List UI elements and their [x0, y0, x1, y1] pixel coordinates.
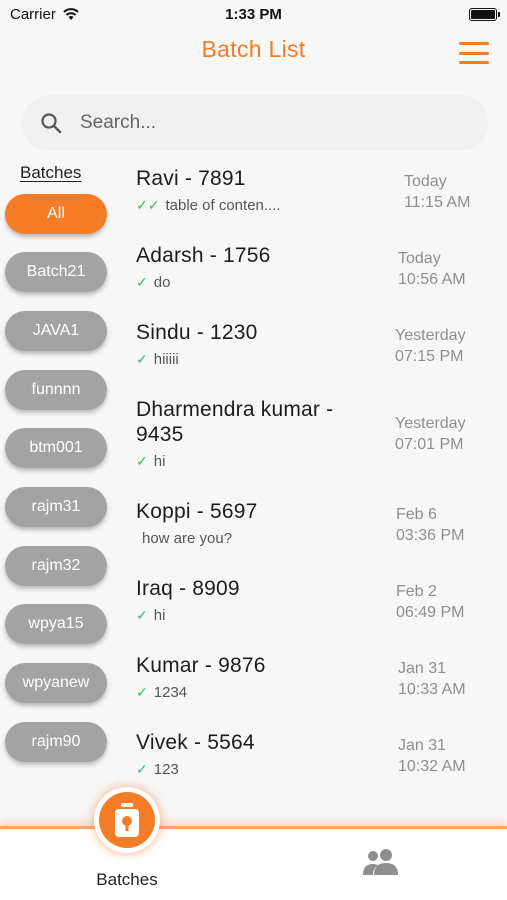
chat-date: Feb 2: [396, 583, 437, 600]
chat-list-item[interactable]: Vivek - 5564 ✓ 123 Jan 31 10:32 AM: [136, 730, 486, 774]
batch-pill[interactable]: funnnn: [5, 370, 107, 410]
chat-name: Sindu - 1230: [136, 321, 258, 344]
chat-time: 06:49 PM: [396, 604, 465, 621]
check-icon: ✓: [136, 684, 148, 700]
chat-list-item[interactable]: Kumar - 9876 ✓ 1234 Jan 31 10:33 AM: [136, 653, 486, 701]
chat-message: hiiiii: [153, 351, 179, 368]
chat-date: Feb 6: [396, 506, 437, 523]
bottom-tab-bar: [0, 826, 507, 900]
chat-name: Koppi - 5697: [136, 500, 258, 523]
chat-message: 123: [153, 761, 179, 774]
chat-name: Kumar - 9876: [136, 654, 266, 677]
check-icon: ✓: [136, 274, 148, 290]
chat-date: Today: [404, 173, 447, 190]
people-icon: [363, 849, 398, 875]
chat-date: Jan 31: [398, 660, 447, 677]
chat-name: Ravi - 7891: [136, 167, 246, 190]
chat-date: Today: [398, 250, 441, 267]
chat-message: how are you?: [142, 530, 233, 547]
search-icon: [41, 113, 62, 134]
chat-name: Iraq - 8909: [136, 577, 240, 600]
check-icon: ✓: [136, 453, 148, 469]
chat-name: Dharmendra kumar - 9435: [136, 398, 334, 446]
carrier-label: Carrier: [10, 5, 56, 23]
batch-pill[interactable]: rajm32: [5, 546, 107, 586]
chat-date: Yesterday: [395, 415, 466, 432]
status-bar: Carrier 1:33 PM: [0, 0, 507, 28]
batch-list-screen: Carrier 1:33 PM Batch List Batches All B…: [0, 0, 507, 900]
check-icon: ✓: [136, 351, 148, 367]
batch-pill[interactable]: btm001: [5, 428, 107, 468]
chat-time: 07:01 PM: [395, 436, 464, 453]
batches-icon: [115, 803, 139, 837]
batch-pill-all[interactable]: All: [5, 194, 107, 234]
chat-list-item[interactable]: Iraq - 8909 ✓ hi Feb 2 06:49 PM: [136, 576, 486, 624]
chat-list-item[interactable]: Adarsh - 1756 ✓ do Today 10:56 AM: [136, 243, 486, 291]
chat-time: 10:56 AM: [398, 271, 466, 288]
chat-name: Adarsh - 1756: [136, 244, 271, 267]
batch-pill[interactable]: rajm31: [5, 487, 107, 527]
check-icon: ✓: [136, 761, 148, 774]
chat-list-item[interactable]: Koppi - 5697 how are you? Feb 6 03:36 PM: [136, 499, 486, 547]
batch-pill[interactable]: JAVA1: [5, 311, 107, 351]
batch-pill[interactable]: wpya15: [5, 604, 107, 644]
chat-time: 11:15 AM: [404, 194, 471, 211]
header: Batch List: [0, 28, 507, 78]
chat-list-item[interactable]: Sindu - 1230 ✓ hiiiii Yesterday 07:15 PM: [136, 320, 486, 368]
double-check-icon: ✓✓: [136, 197, 160, 213]
batches-heading: Batches: [20, 163, 82, 182]
chat-time: 10:32 AM: [398, 758, 466, 774]
batch-pill[interactable]: Batch21: [5, 252, 107, 292]
chat-list-item[interactable]: Ravi - 7891 ✓✓ table of conten.... Today…: [136, 166, 486, 214]
tab-batches-label: Batches: [96, 870, 158, 889]
chat-time: 03:36 PM: [396, 527, 465, 544]
check-icon: ✓: [136, 607, 148, 623]
chat-message: 1234: [153, 684, 188, 701]
chat-date: Yesterday: [395, 327, 466, 344]
chat-date: Jan 31: [398, 737, 447, 754]
search-bar[interactable]: [22, 95, 488, 151]
batch-pill[interactable]: wpyanew: [5, 663, 107, 703]
chat-list-item[interactable]: Dharmendra kumar - 9435 ✓ hi Yesterday 0…: [136, 397, 486, 470]
tab-batches[interactable]: [94, 787, 160, 853]
chat-message: hi: [153, 607, 166, 624]
batch-pill[interactable]: rajm90: [5, 722, 107, 762]
chat-name: Vivek - 5564: [136, 731, 255, 754]
search-input[interactable]: [80, 112, 440, 134]
chat-message: hi: [153, 453, 166, 470]
wifi-icon: [63, 8, 79, 20]
chat-time: 10:33 AM: [398, 681, 466, 698]
chat-message: do: [153, 274, 171, 291]
chat-message: table of conten....: [165, 197, 281, 214]
hamburger-menu-icon[interactable]: [459, 42, 489, 64]
page-title: Batch List: [201, 36, 306, 62]
tab-people[interactable]: [362, 848, 400, 881]
chat-time: 07:15 PM: [395, 348, 464, 365]
battery-icon: [469, 7, 500, 21]
